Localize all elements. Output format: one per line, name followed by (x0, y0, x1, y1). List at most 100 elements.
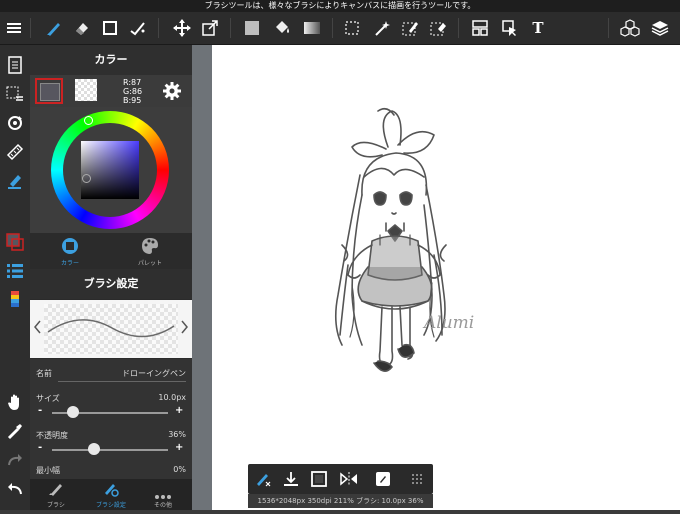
brush-settings-tab-icon[interactable] (102, 481, 120, 501)
size-value: 10.0px (158, 393, 186, 402)
shape-tool-icon[interactable] (98, 16, 122, 40)
size-label: サイズ (36, 394, 60, 403)
select-pen-icon[interactable] (398, 16, 422, 40)
brush-tool-icon[interactable] (42, 16, 66, 40)
stabilizer-icon[interactable] (3, 169, 27, 193)
status-message: ブラシツールは、様々なブラシによりキャンバスに描画を行うツールです。 (204, 1, 476, 10)
chevron-left-icon[interactable] (33, 319, 41, 338)
chevron-right-icon[interactable] (181, 319, 189, 338)
brush-params: 名前 ドローイングペン サイズ 10.0px - + 不透明度 36% - + … (30, 359, 192, 479)
toolbar-divider (230, 18, 231, 38)
main-color-fill (40, 83, 60, 101)
gear-icon[interactable] (162, 81, 182, 105)
saturation-value-square[interactable] (81, 141, 139, 199)
brush-settings-title: ブラシ設定 (83, 277, 139, 290)
brush-settings-header: ブラシ設定 (30, 269, 192, 299)
status-bar: ブラシツールは、様々なブラシによりキャンバスに描画を行うツールです。 (0, 0, 680, 12)
size-minus-button[interactable]: - (38, 405, 42, 416)
hand-tool-icon[interactable] (3, 390, 27, 414)
selection-list-icon[interactable] (3, 82, 27, 106)
toolbar-divider (30, 18, 31, 38)
preview-canvas (44, 304, 178, 354)
select-eraser-icon[interactable] (426, 16, 450, 40)
text-tool-glyph: T (532, 19, 544, 37)
signature-text: Alumi (422, 313, 474, 333)
brush-tab-icon[interactable] (47, 481, 65, 501)
tab-color[interactable]: カラー (45, 258, 95, 267)
move-tool-icon[interactable] (170, 16, 194, 40)
color-g-value: G:86 (123, 87, 143, 96)
operation-tool-icon[interactable] (498, 16, 522, 40)
toolbar-divider (158, 18, 159, 38)
toolbar-divider (608, 18, 609, 38)
tab-palette[interactable]: パレット (125, 258, 175, 267)
sv-picker-handle[interactable] (82, 174, 91, 183)
color-b-value: B:95 (123, 96, 142, 105)
canvas-gutter (192, 45, 212, 510)
size-slider-knob[interactable] (66, 406, 79, 418)
bottom-tabs: ブラシ ブラシ設定 その他 (30, 479, 192, 510)
edit-icon[interactable] (372, 469, 394, 489)
bucket-tool-icon[interactable] (270, 16, 294, 40)
menu-icon[interactable] (2, 16, 26, 40)
opacity-slider-knob[interactable] (87, 443, 100, 455)
text-tool-icon[interactable]: T (526, 16, 550, 40)
sub-color-swatch[interactable] (75, 79, 97, 101)
quick-brush-icon[interactable] (252, 469, 274, 489)
color-tab-icon[interactable] (60, 236, 80, 260)
name-underline (58, 381, 186, 382)
opacity-value: 36% (168, 430, 186, 439)
brush-name-value[interactable]: ドローイングペン (122, 368, 186, 379)
grid-dots-icon[interactable] (406, 469, 428, 489)
min-width-label: 最小幅 (36, 466, 60, 475)
undo-icon[interactable] (3, 477, 27, 501)
main-color-swatch[interactable] (35, 78, 63, 104)
hue-picker-handle[interactable] (84, 116, 93, 125)
color-r-value: R:87 (123, 78, 142, 87)
download-icon[interactable] (280, 469, 302, 489)
eyedropper-icon[interactable] (3, 419, 27, 443)
eraser-tool-icon[interactable] (70, 16, 94, 40)
opacity-plus-button[interactable]: + (175, 442, 183, 453)
size-plus-button[interactable]: + (175, 405, 183, 416)
frame-divider-icon[interactable] (468, 16, 492, 40)
tab-brush-settings[interactable]: ブラシ設定 (86, 500, 136, 509)
drawing-canvas[interactable]: Alumi (212, 45, 680, 510)
color-history-icon[interactable] (3, 288, 27, 312)
rotate-icon[interactable] (3, 111, 27, 135)
top-toolbar: T (0, 12, 680, 45)
color-wheel-area (30, 107, 192, 233)
layers-icon[interactable] (648, 16, 672, 40)
character-drawing: Alumi (334, 107, 474, 372)
materials-icon[interactable] (618, 16, 642, 40)
opacity-slider[interactable] (52, 449, 168, 451)
deselect-icon[interactable] (308, 469, 330, 489)
page-icon[interactable] (3, 53, 27, 77)
magic-brush-icon[interactable] (126, 16, 150, 40)
color-swatch-row: R:87 G:86 B:95 (30, 75, 192, 107)
color-panel-title: カラー (94, 53, 128, 66)
gradient-tool-icon[interactable] (300, 16, 324, 40)
opacity-label: 不透明度 (36, 431, 68, 440)
layer-list-icon[interactable] (3, 259, 27, 283)
transform-tool-icon[interactable] (198, 16, 222, 40)
magic-wand-icon[interactable] (370, 16, 394, 40)
name-label: 名前 (36, 369, 52, 378)
color-panel-toggle-icon[interactable] (3, 230, 27, 254)
flip-horizontal-icon[interactable] (338, 469, 360, 489)
select-tool-icon[interactable] (340, 16, 364, 40)
toolbar-divider (332, 18, 333, 38)
toolbar-divider (458, 18, 459, 38)
color-tabs: カラー パレット (30, 233, 192, 267)
ruler-icon[interactable] (3, 140, 27, 164)
palette-icon[interactable] (140, 236, 160, 260)
opacity-minus-button[interactable]: - (38, 442, 42, 453)
canvas-info-bar: 1536*2048px 350dpi 211% ブラシ: 10.0px 36% (248, 494, 433, 508)
tab-other[interactable]: その他 (143, 500, 183, 509)
color-panel-header: カラー (30, 45, 192, 75)
tab-brush[interactable]: ブラシ (36, 500, 76, 509)
side-panel: カラー R:87 G:86 B:95 カラー パレット ブラシ設定 名前 ドロー… (30, 45, 192, 510)
redo-icon[interactable] (3, 448, 27, 472)
left-tool-strip (0, 45, 30, 510)
fill-color-icon[interactable] (240, 16, 264, 40)
